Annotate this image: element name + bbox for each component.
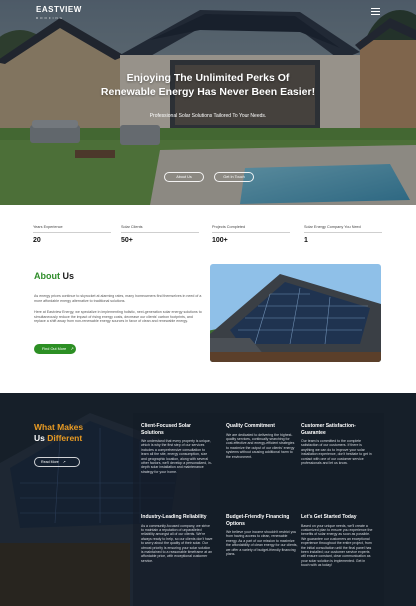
feature-title: Let's Get Started Today [301, 514, 357, 520]
hero-house-photo [0, 0, 416, 205]
get-in-touch-button[interactable]: Get In Touch [214, 172, 254, 182]
stat-value: 20 [33, 237, 41, 244]
about-us-button[interactable]: About Us [164, 172, 204, 182]
read-more-label: Read More [41, 460, 59, 464]
menu-hamburger-icon[interactable] [371, 8, 380, 15]
feature-title: Customer Satisfaction-Guarantee [301, 423, 356, 436]
stat-value: 1 [304, 237, 308, 244]
hero-title: Enjoying The Unlimited Perks Of Renewabl… [60, 71, 356, 99]
feature-text: Based on your unique needs, we'll create… [301, 523, 373, 568]
stat-value: 50+ [121, 237, 133, 244]
why-heading-line1: What Makes [34, 422, 84, 432]
arrow-icon: ↗ [70, 347, 74, 351]
feature-get-started: Let's Get Started Today Based on your un… [301, 514, 373, 568]
hero-title-line1: Enjoying The Unlimited Perks Of [126, 72, 290, 84]
stat-clients: Solar Clients 50+ [121, 225, 199, 244]
hero-section: EASTVIEW ROOFING Enjoying The Unlimited … [0, 0, 416, 205]
about-heading: About Us [34, 271, 74, 281]
why-heading-us: Us [34, 433, 45, 443]
feature-client-focused: Client-Focused Solar Solutions We unders… [141, 423, 213, 474]
solar-roof-photo [210, 264, 381, 362]
feature-reliability: Industry-Leading Reliability As a commun… [141, 514, 213, 563]
feature-title: Industry-Leading Reliability [141, 514, 207, 520]
feature-text: As a community-focused company, we striv… [141, 523, 213, 563]
stat-label: Projects Completed [212, 225, 290, 233]
arrow-icon: ↗ [62, 460, 66, 464]
feature-financing: Budget-Friendly Financing Options We bel… [226, 514, 298, 556]
stat-projects: Projects Completed 100+ [212, 225, 290, 244]
stat-value: 100+ [212, 237, 228, 244]
brand-name: EASTVIEW [36, 5, 82, 14]
feature-text: We understand that every property is uni… [141, 439, 212, 474]
stats-section: Years Experience 20 Solar Clients 50+ Pr… [0, 205, 416, 255]
feature-text: Our team is committed to the complete sa… [301, 439, 372, 466]
page: EASTVIEW ROOFING Enjoying The Unlimited … [0, 0, 416, 606]
about-heading-rest: Us [62, 271, 75, 281]
feature-satisfaction: Customer Satisfaction-Guarantee Our team… [301, 423, 373, 465]
read-more-button[interactable]: Read More ↗ [34, 457, 80, 467]
about-heading-accent: About [34, 271, 60, 281]
find-out-more-label: Find Out More [42, 347, 67, 351]
find-out-more-button[interactable]: Find Out More ↗ [34, 344, 76, 354]
about-paragraph-1: As energy prices continue to skyrocket a… [34, 294, 202, 303]
feature-quality: Quality Commitment We are dedicated to d… [226, 423, 298, 459]
brand-tagline: ROOFING [36, 16, 64, 20]
feature-title: Budget-Friendly Financing Options [226, 514, 290, 527]
why-us-heading: What Makes Us Different [34, 422, 83, 444]
about-paragraph-2: Here at Eastview Energy, we specialize i… [34, 310, 202, 324]
feature-title: Client-Focused Solar Solutions [141, 423, 192, 436]
hero-title-line2: Renewable Energy Has Never Been Easier! [100, 86, 316, 98]
brand-logo[interactable]: EASTVIEW ROOFING [36, 6, 82, 22]
feature-title: Quality Commitment [226, 423, 275, 429]
why-heading-different: Different [47, 433, 83, 443]
stat-label: Years Experience [33, 225, 111, 233]
stat-years: Years Experience 20 [33, 225, 111, 244]
stat-company: Solar Energy Company You Need 1 [304, 225, 382, 244]
top-nav: EASTVIEW ROOFING [0, 0, 416, 22]
hero-subtitle: Professional Solar Solutions Tailored To… [149, 113, 267, 119]
stat-label: Solar Clients [121, 225, 199, 233]
stat-label: Solar Energy Company You Need [304, 225, 382, 233]
feature-text: We believe your income shouldn't restric… [226, 530, 298, 557]
feature-text: We are dedicated to delivering the highe… [226, 432, 295, 459]
